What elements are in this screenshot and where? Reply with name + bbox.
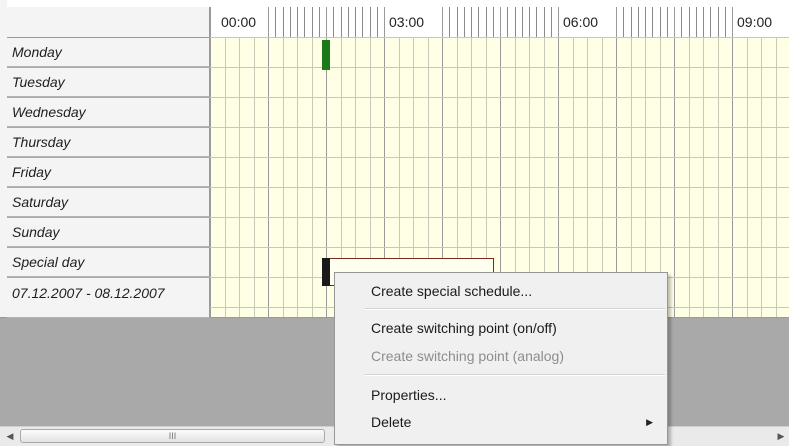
row-gridline (210, 187, 789, 188)
menu-item-create-switching-point-on-off[interactable]: Create switching point (on/off) (335, 315, 667, 341)
monday-on-switching-segment[interactable] (322, 40, 330, 70)
header-tick (507, 7, 508, 38)
hour-gridline (674, 7, 675, 318)
special-day-switching-point[interactable] (322, 258, 330, 286)
header-tick (544, 7, 545, 38)
quarter-hour-gridline (312, 38, 313, 318)
hour-gridline (732, 7, 733, 318)
header-tick (333, 7, 334, 38)
row-label-special-day: Special day (7, 248, 210, 277)
menu-item-create-switching-point-analog: Create switching point (analog) (371, 348, 564, 364)
menu-item-delete-label: Delete (371, 414, 412, 430)
header-tick (283, 7, 284, 38)
row-gridline (210, 127, 789, 128)
quarter-hour-gridline (718, 38, 719, 318)
header-tick (638, 7, 639, 38)
header-tick (312, 7, 313, 38)
row-gridline (210, 97, 789, 98)
menu-item-delete[interactable]: Delete ▶ (335, 409, 667, 435)
submenu-arrow-icon: ▶ (646, 417, 653, 427)
hour-label-0900: 09:00 (737, 14, 773, 30)
header-tick (652, 7, 653, 38)
header-tick (275, 7, 276, 38)
quarter-hour-gridline (239, 38, 240, 318)
quarter-hour-gridline (703, 38, 704, 318)
header-tick (725, 7, 726, 38)
row-label-date-range: 07.12.2007 - 08.12.2007 (7, 278, 210, 318)
scroll-left-arrow-icon[interactable]: ◀ (2, 429, 18, 444)
header-tick (486, 7, 487, 38)
header-tick (515, 7, 516, 38)
header-tick (681, 7, 682, 38)
header-tick (522, 7, 523, 38)
header-tick (471, 7, 472, 38)
menu-item-create-special-schedule[interactable]: Create special schedule... (335, 278, 667, 304)
header-tick (660, 7, 661, 38)
menu-separator (365, 308, 665, 310)
header-tick (464, 7, 465, 38)
header-tick (370, 7, 371, 38)
quarter-hour-gridline (747, 38, 748, 318)
corner-cell (7, 7, 210, 38)
row-gridline (210, 217, 789, 218)
menu-item-properties[interactable]: Properties... (335, 382, 667, 408)
row-label-monday: Monday (7, 38, 210, 67)
header-tick (703, 7, 704, 38)
header-tick (290, 7, 291, 38)
hour-gridline (268, 7, 269, 318)
header-tick (478, 7, 479, 38)
header-tick (341, 7, 342, 38)
header-tick (645, 7, 646, 38)
quarter-hour-gridline (283, 38, 284, 318)
header-tick (348, 7, 349, 38)
header-tick (529, 7, 530, 38)
grid-left-border (0, 0, 7, 318)
row-label-thursday: Thursday (7, 128, 210, 157)
scroll-right-arrow-icon[interactable]: ▶ (775, 429, 787, 444)
row-label-saturday: Saturday (7, 188, 210, 217)
header-tick (689, 7, 690, 38)
hour-gridline (210, 7, 211, 318)
header-tick (362, 7, 363, 38)
header-tick (319, 7, 320, 38)
header-tick (304, 7, 305, 38)
header-tick (536, 7, 537, 38)
header-tick (493, 7, 494, 38)
quarter-hour-gridline (254, 38, 255, 318)
row-label-friday: Friday (7, 158, 210, 187)
row-label-wednesday: Wednesday (7, 98, 210, 127)
header-tick (718, 7, 719, 38)
header-tick (631, 7, 632, 38)
header-tick (355, 7, 356, 38)
menu-separator (365, 374, 665, 376)
header-tick (710, 7, 711, 38)
row-label-tuesday: Tuesday (7, 68, 210, 97)
header-tick (696, 7, 697, 38)
row-gridline (210, 157, 789, 158)
hour-label-0600: 06:00 (563, 14, 599, 30)
row-gridline (210, 67, 789, 68)
row-gridline (210, 247, 789, 248)
header-tick (667, 7, 668, 38)
hour-label-0000: 00:00 (221, 14, 257, 30)
row-gridline (210, 37, 789, 38)
quarter-hour-gridline (689, 38, 690, 318)
header-tick (297, 7, 298, 38)
row-label-sunday: Sunday (7, 218, 210, 247)
context-menu: Create special schedule... Create switch… (334, 272, 668, 445)
header-tick (377, 7, 378, 38)
scroll-thumb[interactable]: III (20, 429, 325, 443)
quarter-hour-gridline (776, 38, 777, 318)
header-tick (457, 7, 458, 38)
quarter-hour-gridline (297, 38, 298, 318)
quarter-hour-gridline (761, 38, 762, 318)
quarter-hour-gridline (225, 38, 226, 318)
header-tick (551, 7, 552, 38)
header-tick (449, 7, 450, 38)
header-tick (623, 7, 624, 38)
hour-label-0300: 03:00 (389, 14, 425, 30)
